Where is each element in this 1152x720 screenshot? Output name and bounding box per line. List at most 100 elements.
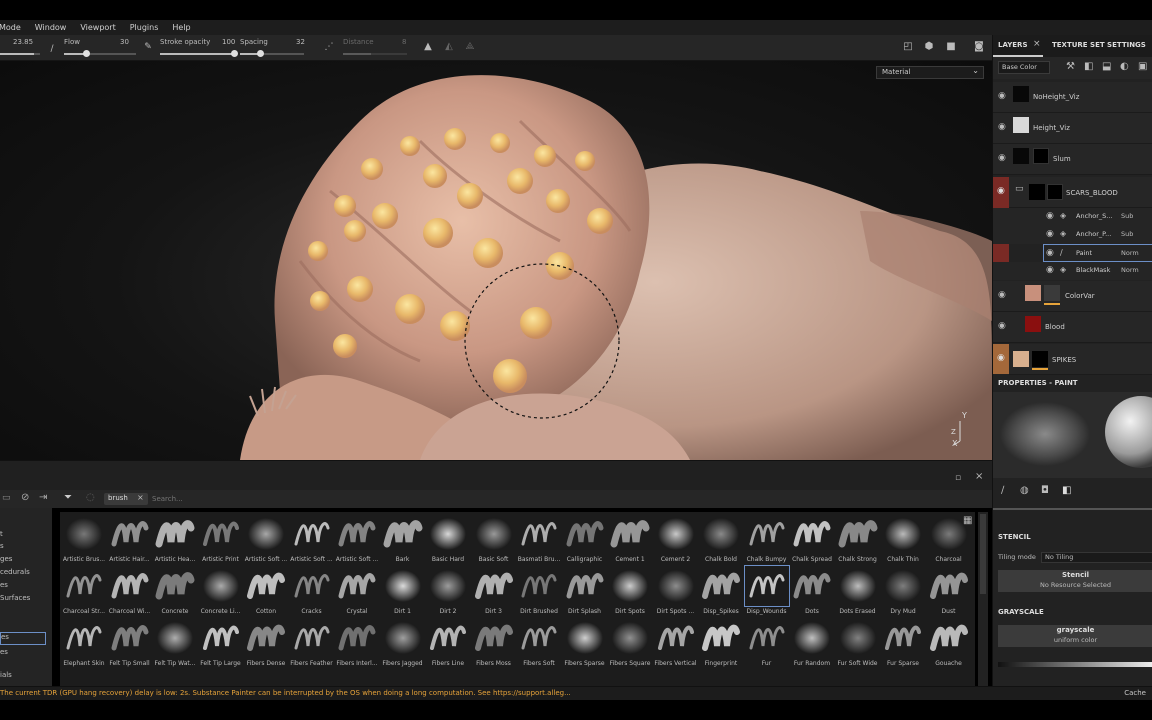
viewport-3d[interactable]: Material Y X Z — [0, 61, 992, 460]
layer-row[interactable]: SPIKES — [1009, 344, 1152, 375]
brush-item[interactable]: Disp_Wounds — [743, 565, 790, 618]
refresh-icon[interactable]: ◌ — [86, 492, 95, 503]
shelf-scrollbar[interactable] — [978, 512, 988, 686]
screenshot-icon[interactable]: ◙ — [972, 40, 986, 54]
symmetry-icon[interactable]: ▲ — [421, 40, 435, 54]
brush-item[interactable]: Cotton — [244, 566, 288, 618]
brush-item[interactable]: Basmati Bru... — [517, 514, 561, 566]
brush-item[interactable]: Charcoal — [927, 514, 971, 566]
remove-tag-icon[interactable]: × — [137, 493, 144, 502]
brush-tab-icon[interactable]: ∕ — [1001, 485, 1004, 496]
layer-row[interactable]: ◉ Slum — [993, 144, 1152, 175]
grayscale-gradient[interactable] — [998, 662, 1152, 667]
brush-item[interactable]: Fibers Square — [608, 618, 652, 670]
brush-item[interactable]: Crystal — [335, 566, 379, 618]
sublayer-row[interactable]: ◉ ◈ BlackMask Norm — [993, 262, 1152, 280]
import-icon[interactable]: ⇥ — [39, 492, 47, 503]
brush-item[interactable]: Artistic Soft ... — [335, 514, 379, 566]
shelf-category[interactable]: es — [0, 648, 8, 656]
lazy-mouse-icon[interactable]: ⋰ — [322, 40, 336, 54]
brush-item[interactable]: Dirt Spots ... — [654, 566, 698, 618]
menu-plugins[interactable]: Plugins — [123, 23, 166, 32]
filter-icon[interactable]: ⏷ — [64, 492, 72, 503]
brush-item[interactable]: Artistic Soft ... — [290, 514, 334, 566]
spacing-slider[interactable] — [240, 50, 304, 57]
visibility-eye-icon[interactable]: ◉ — [998, 91, 1008, 101]
camera-icon[interactable]: ■ — [944, 40, 958, 54]
layer-row[interactable]: ◉ NoHeight_Viz — [993, 82, 1152, 113]
brush-item[interactable]: Fibers Dense — [244, 618, 288, 670]
brush-item[interactable]: Fur Sparse — [881, 618, 925, 670]
hide-icon[interactable]: ⊘ — [21, 492, 29, 503]
layer-row-folder[interactable]: ▭ SCARS_BLOOD — [1009, 177, 1152, 208]
shelf-category[interactable]: cedurals — [0, 568, 30, 576]
brush-item[interactable]: Fibers Interl... — [335, 618, 379, 670]
brush-item[interactable]: Cracks — [290, 566, 334, 618]
visibility-eye-icon[interactable]: ◉ — [997, 186, 1005, 196]
blend-mode[interactable]: Sub — [1121, 212, 1133, 220]
brush-item[interactable]: Dots Erased — [836, 566, 880, 618]
brush-item[interactable]: Bark — [381, 514, 425, 566]
blend-mode[interactable]: Norm — [1121, 266, 1139, 274]
visibility-eye-icon[interactable]: ◉ — [998, 290, 1008, 300]
shelf-category[interactable]: t — [0, 530, 3, 538]
add-paint-icon[interactable]: ◐ — [1120, 61, 1129, 72]
visibility-eye-icon[interactable]: ◉ — [998, 122, 1008, 132]
brush-item[interactable]: Chalk Bold — [699, 514, 743, 566]
brush-item[interactable]: Chalk Strong — [836, 514, 880, 566]
fx-icon[interactable]: ⚒ — [1066, 61, 1075, 72]
shelf-category[interactable]: ials — [0, 671, 12, 679]
brush-item[interactable]: Fur Soft Wide — [836, 618, 880, 670]
brush-item[interactable]: Felt Tip Small — [108, 618, 152, 670]
brush-item[interactable]: Dots — [790, 566, 834, 618]
shelf-search-input[interactable] — [152, 493, 352, 505]
sublayer-row-selected[interactable]: ◉ ∕ Paint Norm — [1043, 244, 1152, 262]
brush-item[interactable]: Fibers Sparse — [563, 618, 607, 670]
brush-item[interactable]: Fibers Line — [426, 618, 470, 670]
brush-item[interactable]: Concrete — [153, 566, 197, 618]
brush-item[interactable]: Dirt Splash — [563, 566, 607, 618]
sublayer-row[interactable]: ◉ ◈ Anchor_S... Sub — [993, 208, 1152, 226]
flow-knob[interactable] — [83, 50, 90, 57]
brush-item[interactable]: Artistic Brus... — [62, 514, 106, 566]
layer-row[interactable]: ◉ Blood — [993, 312, 1152, 343]
brush-item[interactable]: Felt Tip Wat... — [153, 618, 197, 670]
brush-item[interactable]: Cement 1 — [608, 514, 652, 566]
grayscale-slot[interactable]: grayscale uniform color — [998, 625, 1152, 647]
brush-item[interactable]: Fur Random — [790, 618, 834, 670]
material-tab-icon[interactable]: ◍ — [1020, 485, 1029, 496]
channel-select[interactable]: Base Color — [998, 61, 1050, 74]
shelf-category[interactable]: es — [0, 581, 8, 589]
visibility-eye-icon[interactable]: ◉ — [1046, 265, 1054, 275]
flow-pen-icon[interactable]: ✎ — [141, 40, 155, 54]
shelf-float-icon[interactable]: ▫ — [955, 473, 961, 483]
shelf-close-icon[interactable]: × — [975, 471, 983, 482]
frame-icon[interactable]: ◰ — [901, 40, 915, 54]
sublayer-row[interactable]: ◉ ◈ Anchor_P... Sub — [993, 226, 1152, 244]
flow-slider[interactable] — [64, 50, 136, 57]
brush-item[interactable]: Felt Tip Large — [199, 618, 243, 670]
shelf-category[interactable]: s — [0, 542, 4, 550]
brush-item[interactable]: Fingerprint — [699, 618, 743, 670]
layer-row[interactable]: ◉ Height_Viz — [993, 113, 1152, 144]
stencil-tab-icon[interactable]: ◧ — [1062, 485, 1071, 496]
alpha-tab-icon[interactable]: ◘ — [1041, 485, 1049, 496]
add-fill-icon[interactable]: ⬓ — [1102, 61, 1111, 72]
blend-mode[interactable]: Sub — [1121, 230, 1133, 238]
visibility-eye-icon[interactable]: ◉ — [1046, 248, 1054, 258]
brush-pressure-icon[interactable]: ∕ — [45, 42, 59, 56]
brush-item[interactable]: Calligraphic — [563, 514, 607, 566]
visibility-eye-icon[interactable]: ◉ — [1046, 211, 1054, 221]
brush-item[interactable]: Dry Mud — [881, 566, 925, 618]
brush-item[interactable]: Artistic Soft ... — [244, 514, 288, 566]
close-tab-icon[interactable]: × — [1033, 39, 1041, 49]
tab-layers[interactable]: LAYERS — [998, 41, 1028, 49]
brush-item[interactable]: Gouache — [927, 618, 971, 670]
brush-item[interactable]: Elephant Skin — [62, 618, 106, 670]
stencil-slot[interactable]: Stencil No Resource Selected — [998, 570, 1152, 592]
brush-item[interactable]: Basic Soft — [472, 514, 516, 566]
brush-item[interactable]: Basic Hard — [426, 514, 470, 566]
stroke-opacity-knob[interactable] — [231, 50, 238, 57]
symmetry-settings-icon[interactable]: ⟁ — [463, 40, 477, 54]
brush-item[interactable]: Fibers Jagged — [381, 618, 425, 670]
